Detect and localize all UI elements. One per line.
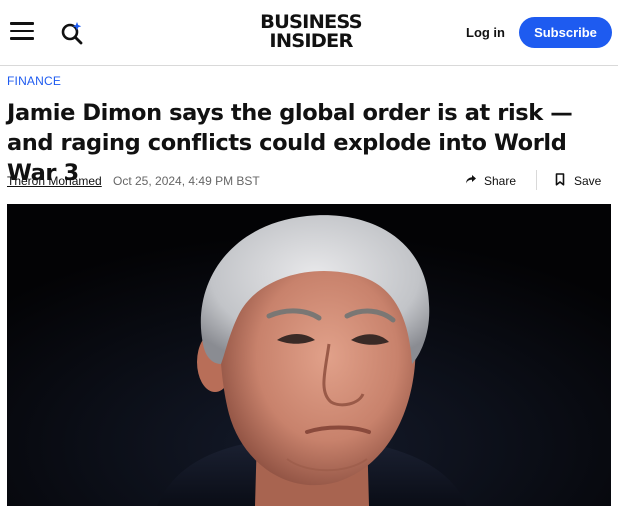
login-link[interactable]: Log in	[466, 25, 505, 40]
author-link[interactable]: Theron Mohamed	[7, 174, 102, 188]
search-icon[interactable]	[60, 21, 84, 45]
hero-portrait	[7, 204, 611, 506]
bookmark-icon	[555, 173, 565, 189]
site-header: BUSINESS INSIDER Log in Subscribe	[0, 0, 618, 66]
hamburger-menu-icon[interactable]	[10, 22, 34, 42]
hero-image	[7, 204, 611, 506]
subscribe-button[interactable]: Subscribe	[519, 17, 612, 48]
toolbar-divider	[536, 170, 537, 190]
share-button[interactable]: Share	[465, 172, 516, 190]
business-insider-logo[interactable]: BUSINESS INSIDER	[260, 13, 362, 51]
share-arrow-icon	[465, 174, 477, 188]
share-label: Share	[484, 174, 517, 188]
article-page: BUSINESS INSIDER Log in Subscribe FINANC…	[0, 0, 618, 512]
logo-line-2: INSIDER	[269, 30, 353, 52]
publish-timestamp: Oct 25, 2024, 4:49 PM BST	[113, 174, 260, 188]
save-label: Save	[574, 174, 602, 188]
save-button[interactable]: Save	[555, 172, 601, 190]
category-link[interactable]: FINANCE	[7, 74, 61, 88]
